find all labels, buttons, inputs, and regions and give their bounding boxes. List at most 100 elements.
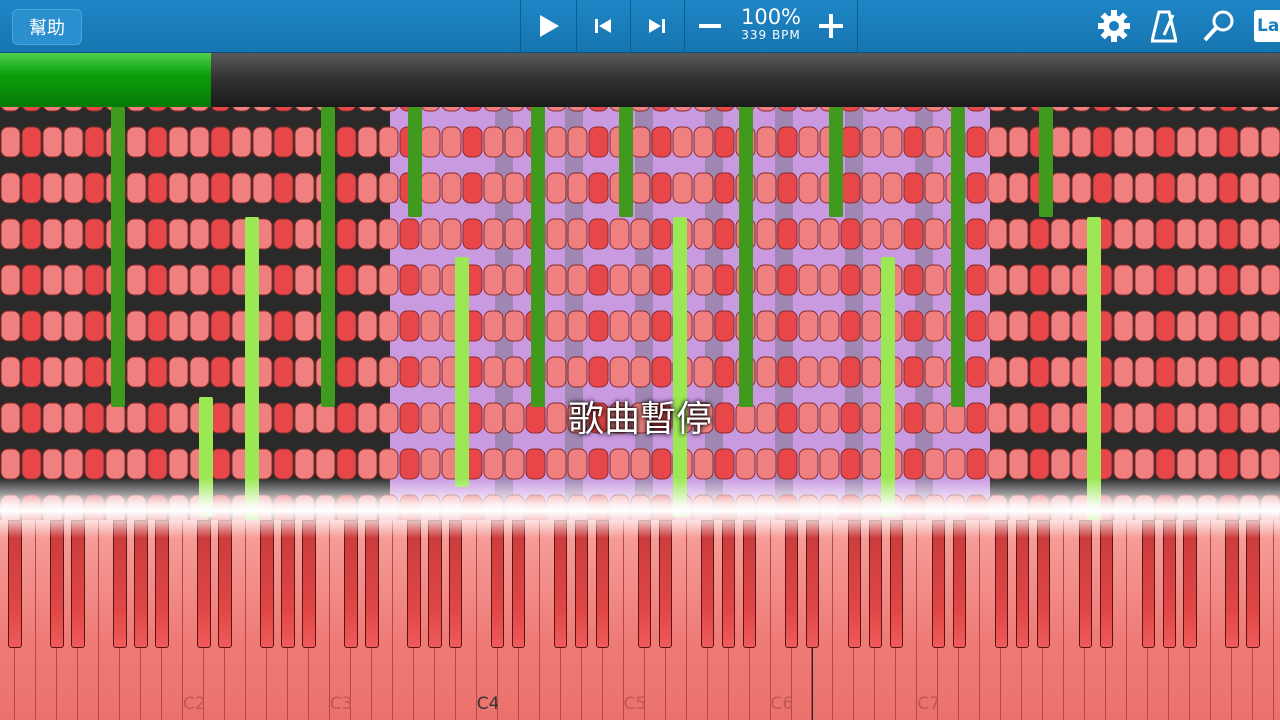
piano-black-key[interactable] xyxy=(50,520,64,648)
piano-black-key[interactable] xyxy=(71,520,85,648)
piano-black-key[interactable] xyxy=(449,520,463,648)
piano-white-key[interactable] xyxy=(1274,520,1280,720)
piano-black-key[interactable] xyxy=(1141,520,1155,648)
falling-note xyxy=(1176,172,1197,204)
piano-black-key[interactable] xyxy=(1015,520,1030,648)
piano-black-key[interactable] xyxy=(407,520,421,648)
speed-up-button[interactable] xyxy=(810,0,852,52)
piano-black-key[interactable] xyxy=(784,520,799,648)
piano-black-key[interactable] xyxy=(1078,520,1092,648)
falling-note xyxy=(945,402,966,434)
piano-black-key[interactable] xyxy=(994,520,1009,648)
falling-note xyxy=(1239,126,1260,158)
piano-black-key[interactable] xyxy=(1162,520,1176,648)
falling-note xyxy=(1197,448,1218,480)
piano-black-key[interactable] xyxy=(491,520,505,648)
piano-black-key[interactable] xyxy=(553,520,568,648)
falling-note xyxy=(966,264,987,296)
falling-note xyxy=(1218,356,1239,388)
falling-note xyxy=(1155,126,1176,158)
help-button[interactable]: 幫助 xyxy=(12,9,82,45)
settings-button[interactable] xyxy=(1092,0,1136,52)
falling-note xyxy=(630,126,651,158)
falling-note xyxy=(1155,218,1176,250)
falling-note xyxy=(1008,310,1029,342)
piano-black-key[interactable] xyxy=(721,520,736,648)
falling-note xyxy=(357,172,378,204)
piano-black-key[interactable] xyxy=(134,520,148,648)
falling-note xyxy=(693,310,714,342)
piano-black-key[interactable] xyxy=(595,520,610,648)
falling-note xyxy=(504,172,525,204)
piano-black-key[interactable] xyxy=(344,520,358,648)
piano-black-key[interactable] xyxy=(428,520,442,648)
piano-black-key[interactable] xyxy=(658,520,673,648)
falling-note xyxy=(84,218,105,250)
falling-note xyxy=(273,172,294,204)
piano-black-key[interactable] xyxy=(8,520,22,648)
piano-black-key[interactable] xyxy=(197,520,211,648)
piano-black-key[interactable] xyxy=(218,520,232,648)
falling-note xyxy=(966,448,987,480)
falling-note xyxy=(1197,356,1218,388)
label-mode-button[interactable]: La xyxy=(1254,10,1280,42)
sustained-note xyxy=(829,107,843,217)
piano-black-key[interactable] xyxy=(931,520,946,648)
sustained-note xyxy=(408,107,422,217)
piano-black-key[interactable] xyxy=(155,520,169,648)
falling-note xyxy=(0,310,21,342)
falling-note xyxy=(504,264,525,296)
falling-note xyxy=(1029,356,1050,388)
piano-black-key[interactable] xyxy=(805,520,820,648)
falling-note xyxy=(1071,172,1092,204)
falling-note xyxy=(0,218,21,250)
piano-black-key[interactable] xyxy=(742,520,757,648)
piano-black-key[interactable] xyxy=(260,520,274,648)
search-button[interactable] xyxy=(1198,0,1240,52)
piano-black-key[interactable] xyxy=(700,520,715,648)
speed-down-button[interactable] xyxy=(690,0,730,52)
piano-black-key[interactable] xyxy=(365,520,379,648)
play-button[interactable] xyxy=(524,0,574,52)
piano-keyboard[interactable]: C2 C3 C4 C5 C6 C7 xyxy=(0,520,1280,720)
piano-black-key[interactable] xyxy=(889,520,904,648)
piano-black-key[interactable] xyxy=(302,520,316,648)
piano-black-key[interactable] xyxy=(1183,520,1197,648)
piano-black-key[interactable] xyxy=(952,520,967,648)
piano-black-key[interactable] xyxy=(1246,520,1260,648)
falling-note xyxy=(903,172,924,204)
progress-bar[interactable] xyxy=(0,53,1280,107)
hit-line-glow xyxy=(0,478,1280,538)
falling-note xyxy=(189,264,210,296)
piano-black-key[interactable] xyxy=(847,520,862,648)
piano-black-key[interactable] xyxy=(113,520,127,648)
piano-black-key[interactable] xyxy=(574,520,589,648)
falling-note xyxy=(819,264,840,296)
piano-black-key[interactable] xyxy=(868,520,883,648)
falling-note xyxy=(336,310,357,342)
metronome-button[interactable] xyxy=(1144,0,1184,52)
falling-note xyxy=(42,402,63,434)
skip-forward-button[interactable] xyxy=(634,0,680,52)
falling-note xyxy=(840,448,861,480)
piano-black-key[interactable] xyxy=(1099,520,1113,648)
falling-note xyxy=(126,356,147,388)
falling-note xyxy=(1260,356,1280,388)
falling-note xyxy=(630,310,651,342)
falling-note xyxy=(420,310,441,342)
piano-black-key[interactable] xyxy=(637,520,652,648)
piano-black-key[interactable] xyxy=(512,520,526,648)
falling-note xyxy=(567,126,588,158)
falling-note xyxy=(840,356,861,388)
piano-black-key[interactable] xyxy=(281,520,295,648)
falling-note xyxy=(1008,264,1029,296)
falling-note xyxy=(924,448,945,480)
falling-note xyxy=(1260,218,1280,250)
falling-note xyxy=(357,356,378,388)
falling-note xyxy=(651,264,672,296)
piano-black-key[interactable] xyxy=(1036,520,1051,648)
piano-black-key[interactable] xyxy=(1225,520,1239,648)
falling-note xyxy=(42,310,63,342)
falling-note xyxy=(189,310,210,342)
skip-back-button[interactable] xyxy=(580,0,626,52)
